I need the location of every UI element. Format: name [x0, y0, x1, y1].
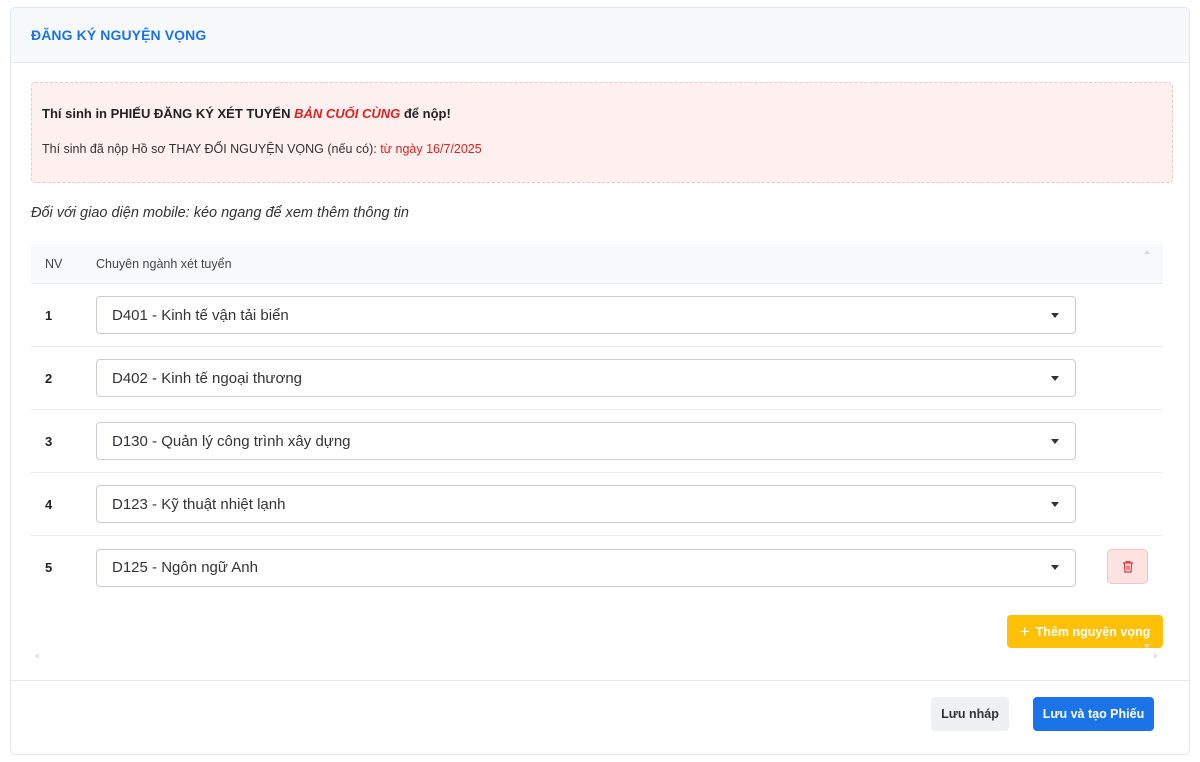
- plus-icon: +: [1019, 622, 1030, 641]
- major-select[interactable]: D123 - Kỹ thuật nhiệt lạnh: [96, 485, 1076, 523]
- add-wish-button[interactable]: + Thêm nguyện vọng: [1007, 615, 1163, 648]
- delete-wish-button[interactable]: [1107, 549, 1148, 584]
- row-number: 3: [45, 433, 53, 449]
- card-header: ĐĂNG KÝ NGUYỆN VỌNG: [11, 8, 1189, 63]
- caret-down-icon: [1051, 312, 1059, 318]
- scroll-down-arrow[interactable]: [1144, 644, 1150, 648]
- caret-down-icon: [1051, 438, 1059, 444]
- column-header-major: Chuyên ngành xét tuyển: [96, 256, 232, 271]
- notice-alert: Thí sinh in PHIẾU ĐĂNG KÝ XÉT TUYỂN BẢN …: [31, 82, 1173, 183]
- row-number: 2: [45, 370, 53, 386]
- major-select-value: D125 - Ngôn ngữ Anh: [112, 559, 258, 576]
- save-draft-button[interactable]: Lưu nháp: [931, 697, 1009, 731]
- trash-icon: [1122, 561, 1133, 573]
- wishes-table: NV Chuyên ngành xét tuyển 1 D401 - Kinh …: [31, 244, 1163, 659]
- major-select-value: D401 - Kinh tế vận tải biển: [112, 306, 289, 324]
- save-and-create-button[interactable]: Lưu và tạo Phiếu: [1033, 697, 1154, 731]
- add-wish-label: Thêm nguyện vọng: [1035, 624, 1151, 639]
- major-select-value: D402 - Kinh tế ngoại thương: [112, 369, 302, 387]
- caret-down-icon: [1051, 565, 1059, 570]
- mobile-note: Đối với giao diện mobile: kéo ngang để x…: [31, 205, 409, 221]
- column-header-nv: NV: [45, 256, 63, 271]
- notice-line-1: Thí sinh in PHIẾU ĐĂNG KÝ XÉT TUYỂN BẢN …: [42, 106, 451, 121]
- scroll-up-arrow[interactable]: [1144, 250, 1150, 254]
- page-title: ĐĂNG KÝ NGUYỆN VỌNG: [31, 27, 207, 43]
- major-select[interactable]: D125 - Ngôn ngữ Anh: [96, 548, 1076, 587]
- major-select[interactable]: D402 - Kinh tế ngoại thương: [96, 359, 1076, 397]
- major-select[interactable]: D130 - Quản lý công trình xây dựng: [96, 422, 1076, 460]
- scroll-left-arrow[interactable]: [35, 653, 39, 659]
- major-select[interactable]: D401 - Kinh tế vận tải biển: [96, 296, 1076, 334]
- table-row: 5 D125 - Ngôn ngữ Anh: [31, 536, 1163, 599]
- table-row: 3 D130 - Quản lý công trình xây dựng: [31, 410, 1163, 473]
- notice-date: từ ngày 16/7/2025: [380, 142, 482, 156]
- caret-down-icon: [1051, 375, 1059, 381]
- table-row: 1 D401 - Kinh tế vận tải biển: [31, 284, 1163, 347]
- row-number: 1: [45, 307, 53, 323]
- major-select-value: D130 - Quản lý công trình xây dựng: [112, 432, 351, 450]
- notice-line-2: Thí sinh đã nộp Hồ sơ THAY ĐỔI NGUYỆN VỌ…: [42, 142, 482, 156]
- table-row: 2 D402 - Kinh tế ngoại thương: [31, 347, 1163, 410]
- row-number: 4: [45, 496, 53, 512]
- table-row: 4 D123 - Kỹ thuật nhiệt lạnh: [31, 473, 1163, 536]
- table-header: NV Chuyên ngành xét tuyển: [31, 244, 1163, 284]
- registration-card: ĐĂNG KÝ NGUYỆN VỌNG Thí sinh in PHIẾU ĐĂ…: [10, 7, 1190, 755]
- card-footer: Lưu nháp Lưu và tạo Phiếu: [11, 680, 1189, 754]
- major-select-value: D123 - Kỹ thuật nhiệt lạnh: [112, 495, 286, 513]
- row-number: 5: [45, 560, 53, 575]
- scroll-right-arrow[interactable]: [1154, 653, 1158, 659]
- caret-down-icon: [1051, 501, 1059, 507]
- notice-emphasis: BẢN CUỐI CÙNG: [294, 106, 401, 121]
